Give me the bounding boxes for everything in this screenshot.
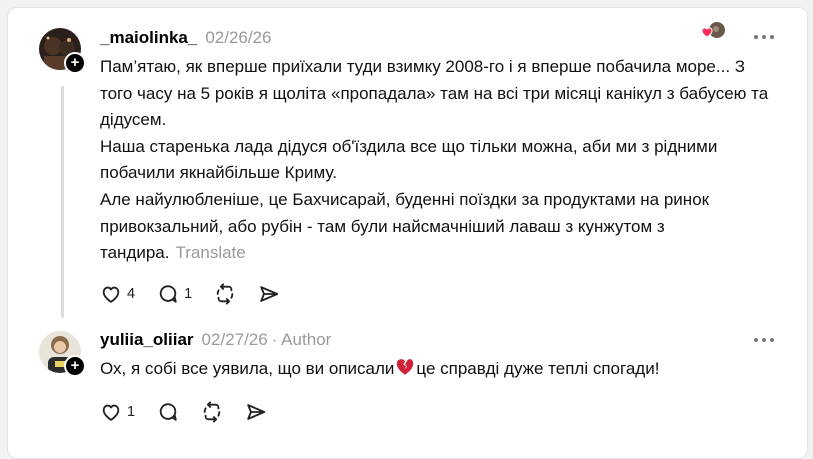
translate-link[interactable]: Translate bbox=[176, 243, 246, 262]
repost-button[interactable] bbox=[214, 283, 236, 305]
comment-paragraph: Пам’ятаю, як вперше приїхали туди взимку… bbox=[100, 57, 769, 130]
like-button[interactable]: 4 bbox=[100, 283, 135, 305]
reply-button[interactable] bbox=[157, 401, 179, 423]
comment-actions: 4 1 bbox=[100, 283, 302, 305]
reply-count: 1 bbox=[184, 286, 193, 302]
avatar[interactable]: + bbox=[39, 331, 86, 377]
like-button[interactable]: 1 bbox=[100, 401, 135, 423]
repost-icon bbox=[203, 401, 221, 423]
like-count: 4 bbox=[127, 286, 136, 302]
comment-text: Ох, я собі все уявила, що ви описали bbox=[100, 359, 395, 378]
comment-body: Ох, я собі все уявила, що ви описали це … bbox=[100, 356, 790, 385]
follow-plus-icon[interactable]: + bbox=[64, 355, 86, 377]
comment-paragraph: Але найулюбленіше, це Бахчисарай, буденн… bbox=[100, 187, 780, 267]
repost-icon bbox=[216, 283, 234, 305]
send-icon bbox=[247, 404, 266, 420]
heart-icon bbox=[102, 404, 120, 421]
username[interactable]: _maiolinka_ bbox=[100, 28, 197, 48]
author-label: · Author bbox=[271, 330, 332, 349]
reply-button[interactable]: 1 bbox=[157, 283, 192, 305]
repost-button[interactable] bbox=[201, 401, 223, 423]
comment-actions: 1 bbox=[100, 401, 289, 423]
like-count: 1 bbox=[127, 404, 136, 420]
avatar[interactable]: + bbox=[39, 28, 86, 74]
timestamp[interactable]: 02/27/26 bbox=[202, 330, 268, 350]
broken-heart-icon bbox=[394, 356, 416, 385]
follow-plus-icon[interactable]: + bbox=[64, 52, 86, 74]
share-button[interactable] bbox=[245, 401, 267, 423]
username[interactable]: yuliia_oliiar bbox=[100, 330, 194, 350]
more-options-icon[interactable] bbox=[754, 31, 778, 43]
send-icon bbox=[260, 286, 279, 302]
share-button[interactable] bbox=[258, 283, 280, 305]
thread-line bbox=[61, 86, 64, 318]
comment-header: yuliia_oliiar 02/27/26 · Author bbox=[100, 330, 331, 350]
comment-bubble-icon bbox=[159, 285, 177, 303]
comment-body: Пам’ятаю, як вперше приїхали туди взимку… bbox=[100, 54, 780, 267]
timestamp[interactable]: 02/26/26 bbox=[205, 28, 271, 48]
comment-header: _maiolinka_ 02/26/26 bbox=[100, 28, 272, 48]
author-liked-indicator bbox=[700, 21, 726, 39]
heart-icon bbox=[102, 286, 120, 303]
comment-text: це справді дуже теплі спогади! bbox=[416, 359, 660, 378]
comment-bubble-icon bbox=[159, 403, 177, 421]
more-options-icon[interactable] bbox=[754, 334, 778, 346]
comment-paragraph: Наша старенька лада дідуся об'їздила все… bbox=[100, 136, 718, 183]
